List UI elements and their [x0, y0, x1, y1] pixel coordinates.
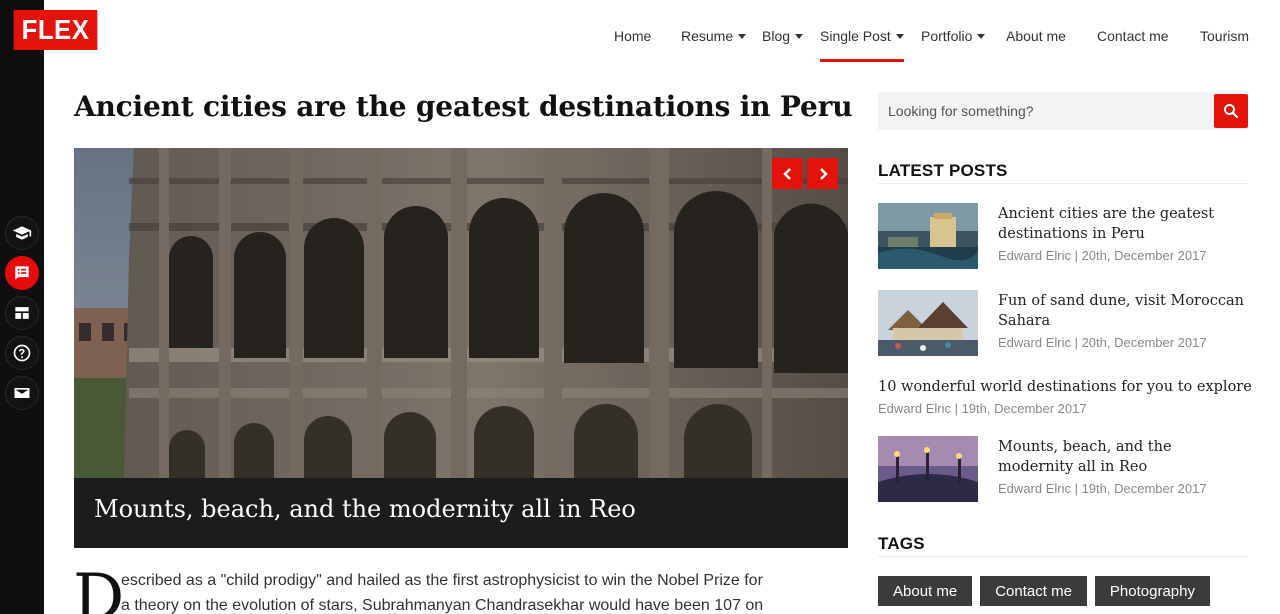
- post-meta: Edward Elric | 20th, December 2017: [998, 335, 1207, 350]
- post-title: Ancient cities are the geatest destinati…: [74, 90, 853, 123]
- slider-prev-button[interactable]: [772, 158, 803, 189]
- nav-about-me[interactable]: About me: [1006, 28, 1066, 62]
- tags-heading: TAGS: [878, 534, 925, 553]
- nav-tourism[interactable]: Tourism: [1200, 28, 1249, 62]
- caret-down-icon: [795, 34, 804, 39]
- tag-list: About me Contact me Photography: [878, 576, 1210, 606]
- post-slider: Mounts, beach, and the modernity all in …: [74, 148, 848, 548]
- post-meta: Edward Elric | 19th, December 2017: [878, 401, 1087, 416]
- dropcap-letter: D: [73, 561, 125, 614]
- nav-label: Portfolio: [921, 28, 973, 44]
- main-nav: Home Resume Blog Single Post Portfolio A…: [0, 28, 1280, 62]
- post-meta: Edward Elric | 20th, December 2017: [998, 248, 1207, 263]
- graduation-cap-icon[interactable]: [5, 216, 39, 250]
- caret-down-icon: [895, 34, 904, 39]
- list-icon[interactable]: [5, 256, 39, 290]
- nav-resume[interactable]: Resume: [681, 28, 747, 62]
- dashboard-icon[interactable]: [5, 296, 39, 330]
- post-link[interactable]: Fun of sand dune, visit Moroccan Sahara: [998, 291, 1248, 331]
- body-text-line: a theory on the evolution of stars, Subr…: [121, 597, 764, 614]
- nav-label: Tourism: [1200, 28, 1250, 44]
- search-icon: [1224, 104, 1239, 119]
- post-link[interactable]: Ancient cities are the geatest destinati…: [998, 204, 1248, 244]
- latest-post-item[interactable]: 10 wonderful world destinations for you …: [878, 376, 1252, 418]
- nav-label: Blog: [762, 28, 791, 44]
- latest-posts-heading: LATEST POSTS: [878, 161, 1008, 180]
- nav-label: Resume: [681, 28, 734, 44]
- bridge-thumbnail[interactable]: [878, 436, 978, 502]
- chevron-right-icon: [819, 167, 828, 180]
- slide-caption[interactable]: Mounts, beach, and the modernity all in …: [74, 478, 848, 548]
- latest-post-item[interactable]: Ancient cities are the geatest destinati…: [878, 203, 1250, 273]
- nav-home[interactable]: Home: [614, 28, 651, 62]
- divider: [878, 556, 1248, 557]
- tag-about-me[interactable]: About me: [878, 576, 973, 606]
- body-text-line: escribed as a "child prodigy" and hailed…: [121, 572, 763, 589]
- search-box: [878, 92, 1248, 130]
- latest-post-item[interactable]: Fun of sand dune, visit Moroccan Sahara …: [878, 290, 1250, 360]
- nav-label: Home: [614, 28, 652, 44]
- question-icon[interactable]: [5, 336, 39, 370]
- divider: [878, 183, 1248, 184]
- post-link[interactable]: Mounts, beach, and the modernity all in …: [998, 437, 1248, 477]
- nav-single-post[interactable]: Single Post: [820, 28, 904, 62]
- nav-blog[interactable]: Blog: [762, 28, 804, 62]
- nav-label: Contact me: [1097, 28, 1169, 44]
- search-button[interactable]: [1214, 94, 1248, 128]
- caret-down-icon: [738, 34, 747, 39]
- post-link[interactable]: 10 wonderful world destinations for you …: [878, 377, 1252, 397]
- resort-thumbnail[interactable]: [878, 203, 978, 269]
- tag-photography[interactable]: Photography: [1094, 576, 1210, 606]
- chevron-left-icon: [782, 167, 791, 180]
- nav-label: Single Post: [820, 28, 891, 44]
- nav-contact-me[interactable]: Contact me: [1097, 28, 1169, 62]
- post-meta: Edward Elric | 19th, December 2017: [998, 481, 1207, 496]
- nav-portfolio[interactable]: Portfolio: [921, 28, 986, 62]
- colosseum-photo: [74, 148, 848, 478]
- search-input[interactable]: [878, 92, 1212, 130]
- latest-post-item[interactable]: Mounts, beach, and the modernity all in …: [878, 436, 1250, 506]
- slider-next-button[interactable]: [807, 158, 838, 189]
- nav-label: About me: [1006, 28, 1066, 44]
- caret-down-icon: [977, 34, 986, 39]
- tag-contact-me[interactable]: Contact me: [980, 576, 1087, 606]
- temple-thumbnail[interactable]: [878, 290, 978, 356]
- envelope-icon[interactable]: [5, 376, 39, 410]
- left-rail: [0, 0, 44, 614]
- rail-icon-list: [5, 216, 39, 410]
